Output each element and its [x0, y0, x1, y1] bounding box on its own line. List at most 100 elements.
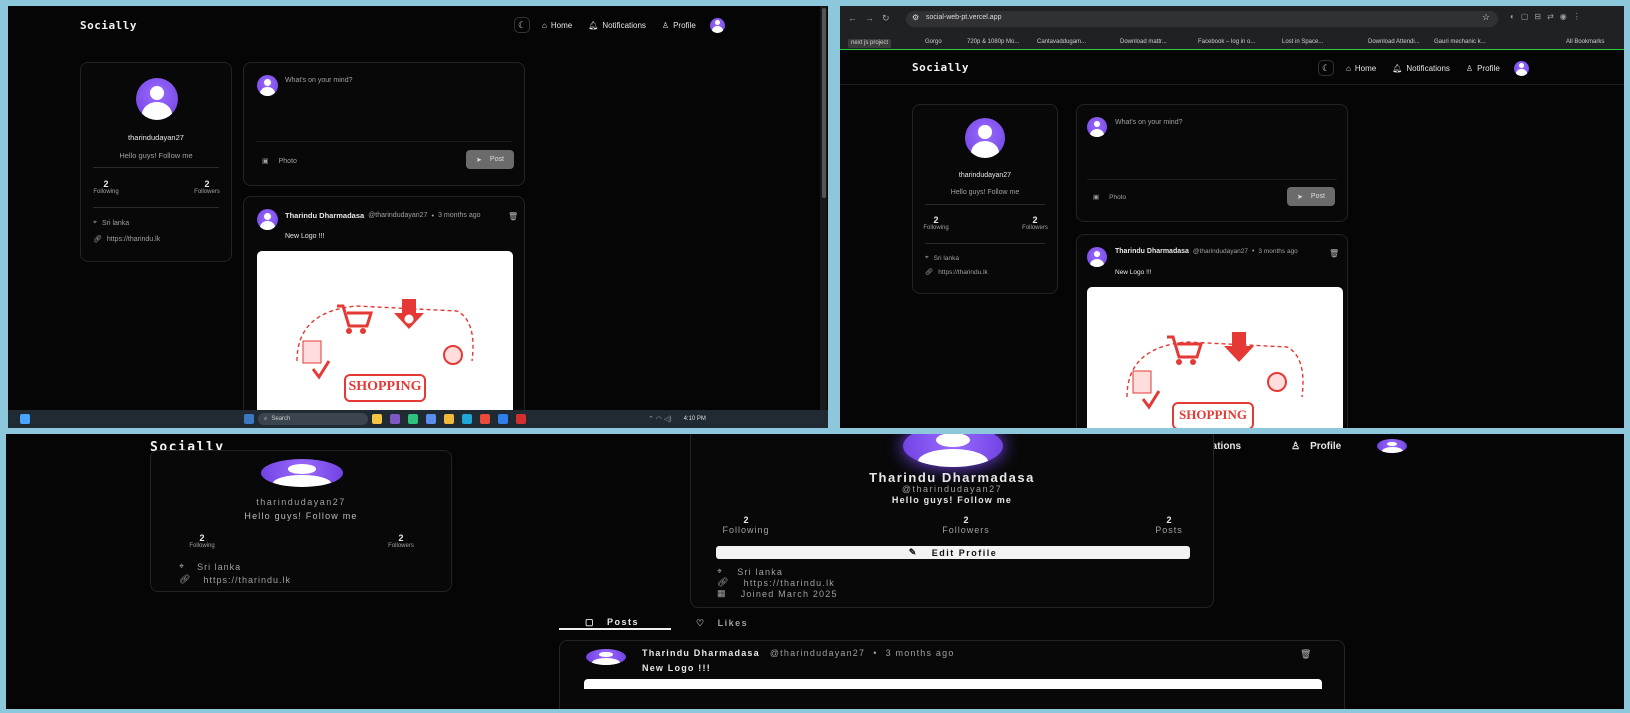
post-image[interactable]	[584, 679, 1322, 689]
user-avatar[interactable]	[709, 17, 725, 33]
back-icon[interactable]: ←	[848, 13, 865, 23]
vscode-icon[interactable]	[498, 414, 508, 424]
url-text[interactable]: social-web-pt.vercel.app	[926, 14, 1001, 21]
bookmark-star-icon[interactable]: ☆	[1482, 12, 1490, 23]
bookmark-item[interactable]: 720p & 1080p Mo...	[967, 39, 1019, 48]
photo-label: Photo	[1109, 193, 1127, 201]
post-author-handle[interactable]: @tharindudayan27	[1193, 248, 1248, 255]
user-avatar[interactable]	[1513, 60, 1529, 76]
followers-count: 2	[398, 533, 404, 543]
profile-avatar[interactable]	[261, 459, 343, 487]
user-avatar[interactable]	[1377, 439, 1408, 453]
followers-stat[interactable]: 2 Followers	[373, 533, 429, 549]
app-icon[interactable]	[390, 414, 400, 424]
post-author-handle[interactable]: @tharindudayan27	[368, 212, 427, 219]
bookmark-item[interactable]: Facebook – log in o...	[1198, 39, 1255, 48]
post-author-avatar[interactable]	[257, 209, 278, 230]
website-link[interactable]: https://tharindu.lk	[203, 575, 291, 585]
browser-extension-icons[interactable]: ◐▢⊟⇄◉⋮	[1510, 12, 1587, 21]
bookmark-item[interactable]: next js project	[848, 39, 892, 48]
following-stat[interactable]: 2 Following	[91, 179, 121, 195]
bookmark-item[interactable]: Cantavaddugam...	[1037, 39, 1086, 48]
post-author-avatar[interactable]	[586, 649, 626, 665]
composer-input[interactable]: What's on your mind?	[1115, 119, 1182, 126]
tab-posts[interactable]: ▢ Posts	[559, 616, 671, 630]
profile-website[interactable]: https://tharindu.lk	[744, 578, 835, 588]
widgets-icon[interactable]	[244, 414, 254, 424]
composer-input[interactable]: What's on your mind?	[285, 77, 352, 84]
all-bookmarks[interactable]: All Bookmarks	[1566, 39, 1604, 48]
nav-home[interactable]: ⌂Home	[1346, 64, 1376, 73]
chrome-icon[interactable]	[480, 414, 490, 424]
system-tray-icons[interactable]: ⌃ ◠ ◁)	[648, 415, 672, 423]
nav-notifications[interactable]: 🔔︎Notifications	[1392, 64, 1450, 73]
profile-followers-stat[interactable]: 2 Followers	[933, 515, 999, 535]
sidebar-username[interactable]: tharindudayan27	[81, 133, 231, 142]
pdf-icon[interactable]	[516, 414, 526, 424]
edit-profile-button[interactable]: ✎ Edit Profile	[716, 546, 1190, 559]
profile-avatar[interactable]	[136, 78, 178, 120]
sidebar-username[interactable]: tharindudayan27	[151, 497, 451, 507]
windows-start-icon[interactable]	[20, 414, 30, 424]
post-image[interactable]: SHOPPING	[257, 251, 513, 421]
user-icon: ♙	[661, 20, 670, 30]
post-author-name[interactable]: Tharindu Dharmadasa	[285, 211, 364, 220]
site-info-icon[interactable]: ⚙	[912, 13, 919, 22]
profile-page-avatar[interactable]	[903, 434, 1003, 467]
following-stat[interactable]: 2 Following	[921, 215, 951, 231]
bookmark-item[interactable]: Gauri mechanic k...	[1434, 39, 1486, 48]
profile-following-stat[interactable]: 2 Following	[715, 515, 777, 535]
scrollbar[interactable]	[820, 6, 827, 410]
photo-button[interactable]: ▣ Photo	[1093, 193, 1127, 202]
taskbar-clock[interactable]: 4:10 PM	[684, 416, 706, 422]
post-button[interactable]: ➤ Post	[1287, 187, 1335, 206]
nav-home[interactable]: ⌂Home	[542, 21, 572, 30]
following-stat[interactable]: 2 Following	[175, 533, 229, 549]
app-icon[interactable]	[426, 414, 436, 424]
photo-label: Photo	[278, 157, 297, 165]
reload-icon[interactable]: ↻	[882, 13, 898, 23]
file-explorer-icon[interactable]	[372, 414, 382, 424]
delete-post-button[interactable]: 🗑︎	[1300, 649, 1311, 660]
delete-post-button[interactable]: 🗑︎	[508, 212, 518, 221]
forward-icon[interactable]: →	[865, 13, 882, 23]
post-author-name[interactable]: Tharindu Dharmadasa	[642, 648, 760, 658]
nav-profile[interactable]: ♙ Profile	[662, 21, 696, 30]
taskbar-search[interactable]: ⌕ Search	[258, 413, 368, 425]
location-row: ⌖ Sri lanka	[925, 254, 959, 262]
link-icon: 🔗︎	[179, 574, 192, 584]
delete-post-button[interactable]: 🗑︎	[1329, 249, 1339, 258]
app-icon[interactable]	[408, 414, 418, 424]
followers-stat[interactable]: 2 Followers	[191, 179, 223, 195]
edge-icon[interactable]	[462, 414, 472, 424]
folder-icon[interactable]	[444, 414, 454, 424]
bookmark-item[interactable]: Download Attendi...	[1368, 39, 1420, 48]
tab-likes[interactable]: ♡ Likes	[696, 616, 748, 630]
nav-profile[interactable]: ♙ Profile	[1291, 441, 1341, 452]
bookmark-item[interactable]: Gorgo	[925, 39, 942, 48]
brand-logo[interactable]: Socially	[80, 19, 137, 32]
address-bar[interactable]: ⚙ social-web-pt.vercel.app ☆	[906, 11, 1498, 27]
tab-likes-label: Likes	[717, 618, 749, 628]
photo-button[interactable]: ▣ Photo	[262, 157, 297, 166]
theme-toggle-button[interactable]: ☾	[514, 17, 530, 33]
post-button[interactable]: ➤ Post	[466, 150, 514, 169]
profile-avatar[interactable]	[965, 118, 1005, 158]
nav-profile[interactable]: ♙ Profile	[1466, 64, 1500, 73]
scrollbar-thumb[interactable]	[821, 8, 826, 198]
post-author-avatar[interactable]	[1087, 247, 1107, 267]
theme-toggle-button[interactable]: ☾	[1318, 60, 1334, 76]
nav-notifications[interactable]: 🔔︎Notifications	[588, 21, 646, 30]
bookmark-item[interactable]: Lost in Space...	[1282, 39, 1323, 48]
following-label: Following	[923, 225, 949, 231]
followers-stat[interactable]: 2 Followers	[1019, 215, 1051, 231]
post-author-handle[interactable]: @tharindudayan27	[770, 648, 865, 658]
bookmark-item[interactable]: Download mattr...	[1120, 39, 1167, 48]
website-link[interactable]: https://tharindu.lk	[107, 236, 160, 243]
post-author-name[interactable]: Tharindu Dharmadasa	[1115, 248, 1189, 255]
profile-following-label: Following	[722, 525, 770, 535]
sidebar-username[interactable]: tharindudayan27	[913, 172, 1057, 179]
post-image[interactable]: SHOPPING	[1087, 287, 1343, 428]
brand-logo[interactable]: Socially	[912, 61, 969, 74]
website-link[interactable]: https://tharindu.lk	[938, 269, 988, 276]
